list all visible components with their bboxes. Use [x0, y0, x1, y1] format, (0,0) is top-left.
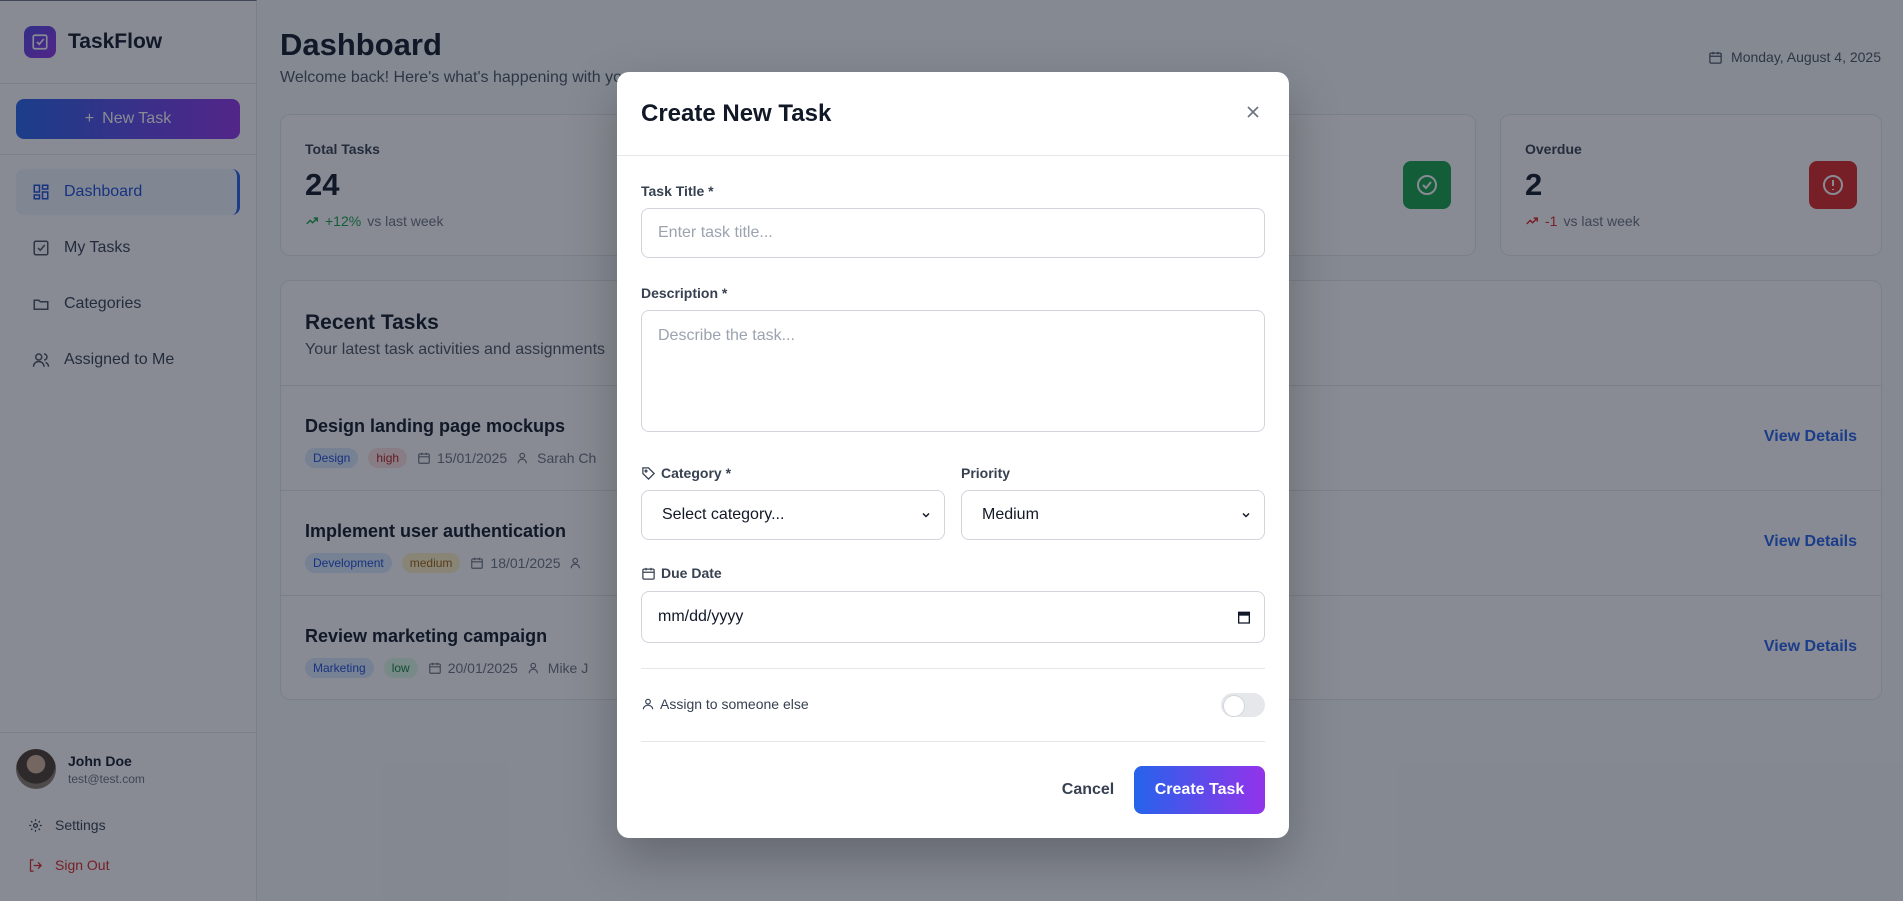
priority-value: Medium [982, 506, 1039, 523]
category-value: Select category... [662, 506, 785, 523]
due-date-placeholder: mm/dd/yyyy [658, 608, 744, 625]
close-icon[interactable] [1243, 102, 1263, 122]
user-icon [641, 697, 655, 711]
priority-label: Priority [961, 465, 1011, 481]
priority-select[interactable]: Medium [961, 490, 1265, 540]
tag-icon [641, 466, 656, 481]
cancel-button[interactable]: Cancel [1033, 766, 1143, 814]
category-label: Category * [641, 465, 731, 481]
assign-label-text: Assign to someone else [660, 696, 809, 712]
due-date-label-text: Due Date [661, 565, 722, 581]
divider [641, 741, 1265, 742]
chevron-down-icon [920, 509, 932, 521]
modal-title: Create New Task [641, 100, 832, 127]
task-title-input[interactable]: Enter task title... [641, 208, 1265, 258]
description-textarea[interactable]: Describe the task... [641, 310, 1265, 432]
due-date-input[interactable]: mm/dd/yyyy [641, 591, 1265, 643]
assign-label: Assign to someone else [641, 696, 809, 712]
category-select[interactable]: Select category... [641, 490, 945, 540]
category-label-text: Category * [661, 465, 732, 481]
task-title-label: Task Title * [641, 183, 714, 199]
assign-toggle[interactable] [1221, 693, 1265, 717]
divider [641, 668, 1265, 669]
chevron-down-icon [1240, 509, 1252, 521]
due-date-label: Due Date [641, 565, 722, 581]
calendar-picker-icon[interactable] [1236, 609, 1252, 625]
create-task-button[interactable]: Create Task [1134, 766, 1265, 814]
description-label: Description * [641, 285, 728, 301]
calendar-icon [641, 566, 656, 581]
create-task-modal: Create New Task Task Title * Enter task … [617, 72, 1289, 838]
